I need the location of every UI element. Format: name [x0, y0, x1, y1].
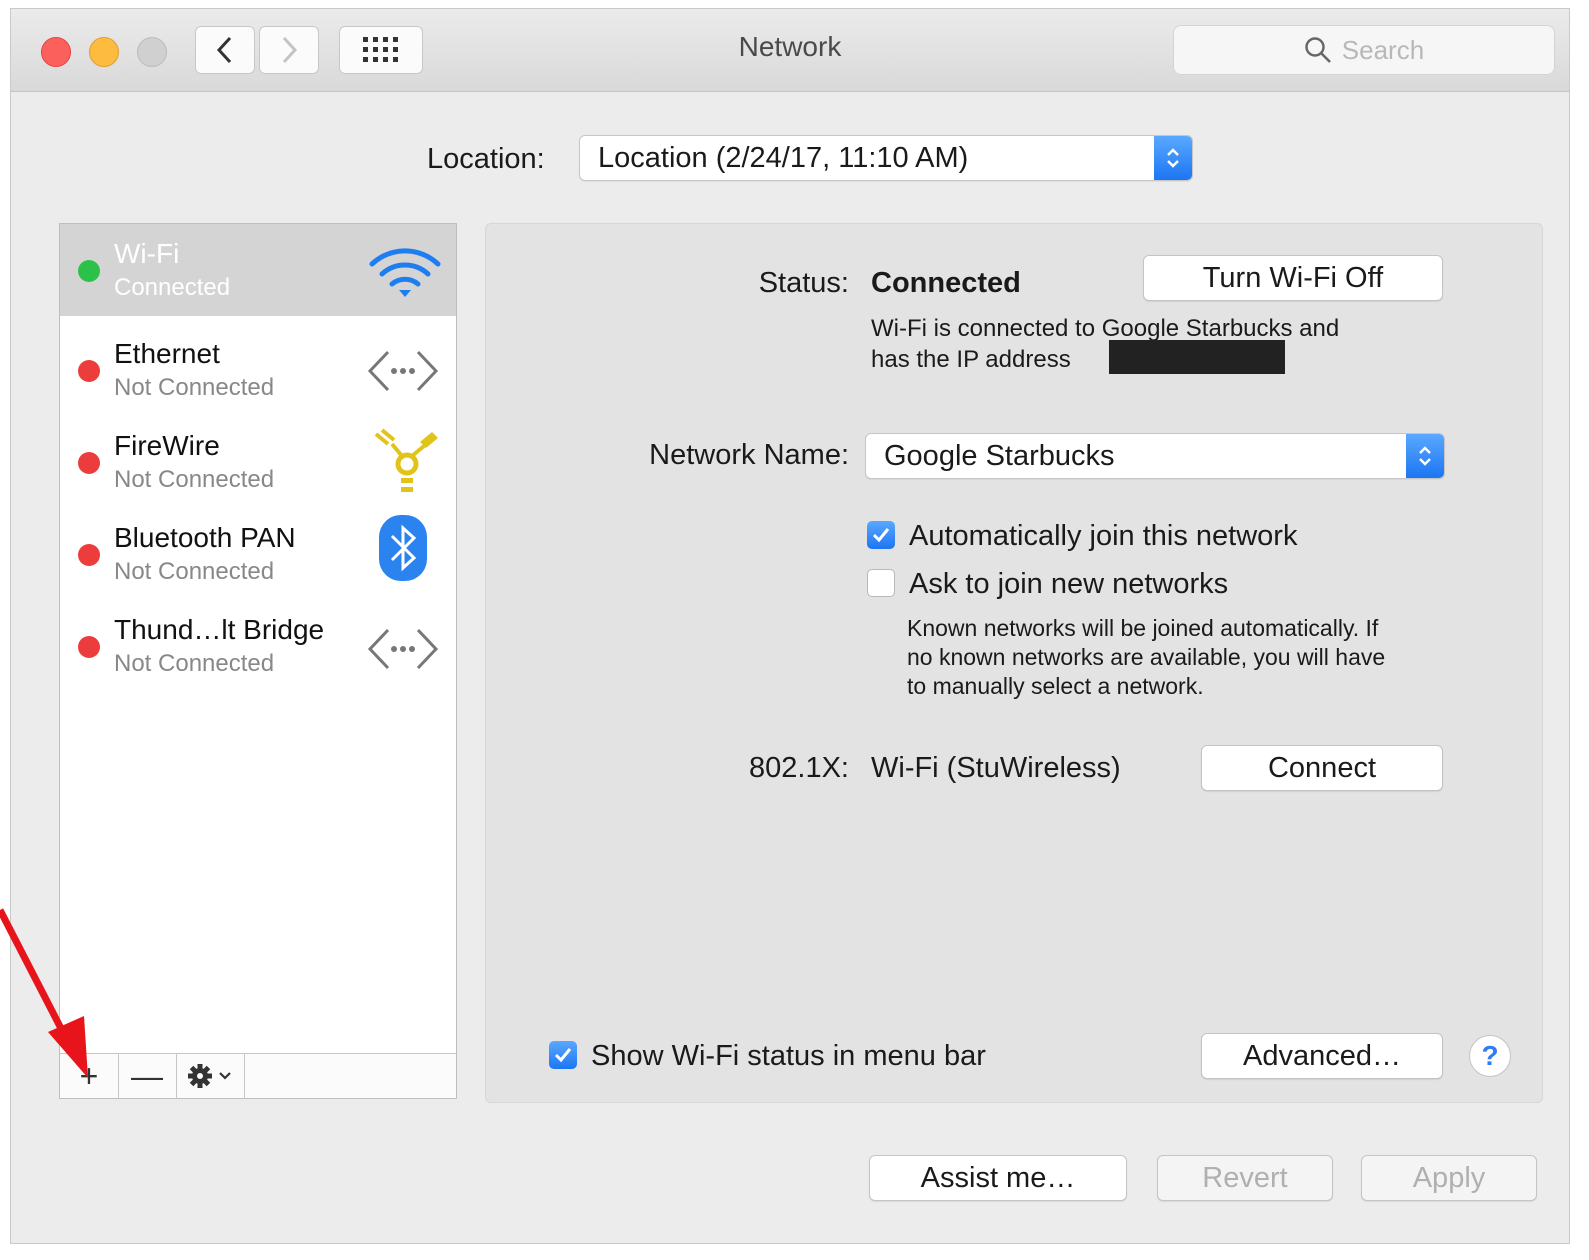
network-preferences-window: Network Search Location: Location (2/24/… [10, 8, 1570, 1244]
status-dot [78, 452, 100, 474]
ask-join-label: Ask to join new networks [909, 568, 1229, 600]
ethernet-icon [367, 350, 439, 392]
service-name: Wi-Fi [114, 238, 180, 269]
dot1x-value: Wi-Fi (StuWireless) [871, 752, 1121, 784]
popup-stepper-icon [1406, 434, 1444, 478]
known-networks-note-line2: no known networks are available, you wil… [907, 644, 1386, 670]
firewire-icon [374, 428, 438, 492]
network-name-label: Network Name: [649, 439, 849, 471]
ask-join-checkbox[interactable] [867, 569, 895, 597]
service-name: Bluetooth PAN [114, 522, 296, 553]
service-status: Not Connected [114, 650, 275, 677]
checkmark-icon [872, 528, 890, 543]
location-value: Location (2/24/17, 11:10 AM) [598, 141, 969, 174]
bluetooth-icon [379, 515, 427, 581]
wifi-icon [369, 248, 441, 297]
status-description-line2: has the IP address [871, 346, 1071, 373]
status-value: Connected [871, 267, 1021, 299]
annotation-arrow-icon [0, 908, 88, 1078]
redacted-ip-address [1109, 340, 1285, 374]
service-status: Not Connected [114, 558, 275, 585]
search-icon [1305, 37, 1331, 63]
known-networks-note-line3: to manually select a network. [907, 673, 1204, 699]
show-wifi-status-label: Show Wi-Fi status in menu bar [591, 1040, 986, 1072]
status-dot [78, 636, 100, 658]
turn-wifi-off-button[interactable]: Turn Wi-Fi Off [1143, 255, 1443, 301]
apply-button[interactable]: Apply [1361, 1155, 1537, 1201]
search-placeholder: Search [1341, 34, 1425, 65]
service-item-firewire[interactable]: FireWire Not Connected [60, 416, 456, 508]
thunderbolt-bridge-icon [367, 628, 439, 670]
gear-icon [188, 1064, 231, 1088]
search-field[interactable]: Search [1173, 25, 1555, 75]
service-item-ethernet[interactable]: Ethernet Not Connected [60, 324, 456, 416]
service-status: Not Connected [114, 466, 275, 493]
checkmark-icon [554, 1048, 572, 1063]
service-name: FireWire [114, 430, 220, 461]
help-button[interactable]: ? [1469, 1035, 1511, 1077]
auto-join-label: Automatically join this network [909, 520, 1298, 552]
service-item-wifi[interactable]: Wi-Fi Connected [60, 224, 456, 316]
network-name-value: Google Starbucks [884, 439, 1115, 472]
service-name: Thund…lt Bridge [114, 614, 325, 645]
service-item-thunderbolt-bridge[interactable]: Thund…lt Bridge Not Connected [60, 600, 456, 692]
service-item-bluetooth-pan[interactable]: Bluetooth PAN Not Connected [60, 508, 456, 600]
assist-me-button[interactable]: Assist me… [869, 1155, 1127, 1201]
action-menu-button[interactable] [176, 1054, 245, 1098]
connect-button[interactable]: Connect [1201, 745, 1443, 791]
show-wifi-status-checkbox[interactable] [549, 1041, 577, 1069]
location-popup[interactable]: Location (2/24/17, 11:10 AM) [579, 135, 1193, 181]
status-dot [78, 260, 100, 282]
title-bar: Network Search [11, 9, 1569, 92]
location-label: Location: [427, 143, 545, 175]
advanced-button[interactable]: Advanced… [1201, 1033, 1443, 1079]
network-name-popup[interactable]: Google Starbucks [865, 433, 1445, 479]
service-list-toolbar: + — [60, 1053, 456, 1098]
service-name: Ethernet [114, 338, 220, 369]
status-dot [78, 544, 100, 566]
dot1x-label: 802.1X: [749, 752, 849, 784]
service-status: Not Connected [114, 374, 275, 401]
revert-button[interactable]: Revert [1157, 1155, 1333, 1201]
known-networks-note-line1: Known networks will be joined automatica… [907, 615, 1379, 641]
status-label: Status: [758, 267, 849, 299]
auto-join-checkbox[interactable] [867, 521, 895, 549]
status-dot [78, 360, 100, 382]
popup-stepper-icon [1154, 136, 1192, 180]
service-status: Connected [114, 274, 231, 301]
remove-service-button[interactable]: — [118, 1054, 177, 1098]
service-list: Wi-Fi Connected Ethernet Not Connected F… [59, 223, 457, 1099]
